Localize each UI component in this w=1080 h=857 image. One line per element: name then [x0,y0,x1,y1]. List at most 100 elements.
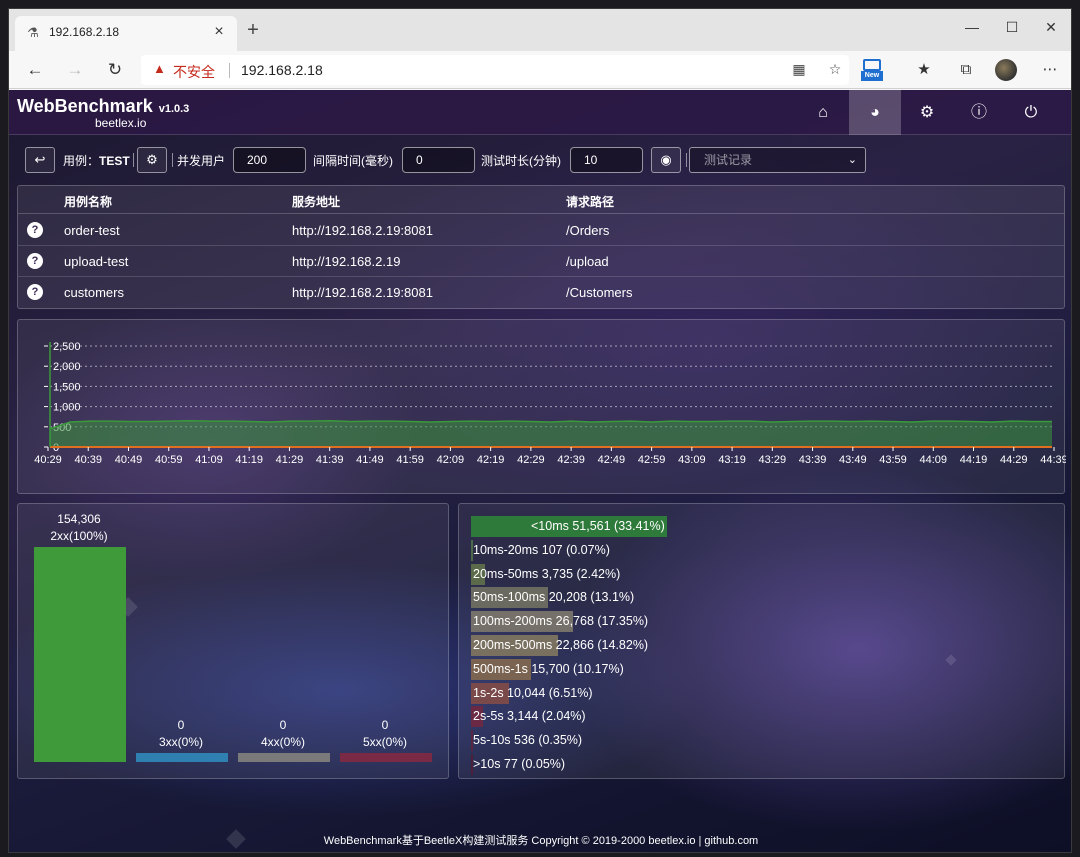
status-count: 0 [381,718,389,732]
tab-title: 192.168.2.18 [49,25,120,39]
favorite-star-icon[interactable]: ☆ [825,61,845,79]
browser-tab[interactable]: ⚗ 192.168.2.18 × [15,16,237,51]
warning-icon: ▲ [153,61,166,76]
app-subtitle: beetlex.io [95,116,147,130]
dashboard-icon[interactable]: ◕ [849,90,901,135]
new-tab-button[interactable]: + [241,19,265,43]
address-toolbar: ← → ↻ ▲ 不安全 192.168.2.18 ▦ ☆ New ★ ⧉ ⋯ [9,51,1071,89]
interval-label: 间隔时间(毫秒) [313,154,393,168]
cases-header: 用例名称 服务地址 请求路径 [18,186,1064,214]
tab-close-icon[interactable]: × [209,22,229,42]
chevron-down-icon: ⌄ [847,154,857,166]
latency-label: 2s-5s 3,144 (2.04%) [473,709,586,724]
col-case-name: 用例名称 [64,195,113,209]
translate-icon[interactable]: ▦ [789,61,809,79]
path-cell: /Customers [566,285,633,300]
url-text[interactable]: 192.168.2.18 [241,62,323,78]
latency-label: 500ms-1s 15,700 (10.17%) [473,661,624,676]
app-viewport: WebBenchmark v1.0.3 beetlex.io ⌂ ◕ ⚙ ⓘ ⏻ … [9,90,1071,852]
question-icon[interactable]: ? [27,253,43,269]
status-count: 0 [177,718,185,732]
x-tick-label: 44:29 [1000,454,1028,466]
duration-label: 测试时长(分钟) [481,154,561,168]
latency-panel: <10ms 51,561 (33.41%) 10ms-20ms 107 (0.07… [458,503,1065,779]
server-cell: http://192.168.2.19 [292,254,401,269]
help-icon[interactable]: ⓘ [953,90,1005,135]
status-code-panel: 154,306 2xx(100%) 0 3xx(0%) 0 4xx(0%) 0 5xx(0%) [17,503,449,779]
more-menu-icon[interactable]: ⋯ [1037,59,1063,83]
address-separator [229,63,230,78]
x-tick-label: 43:59 [879,454,907,466]
record-button[interactable]: ◉ [651,147,681,173]
x-tick-label: 42:19 [477,454,505,466]
collections-icon[interactable]: ⧉ [953,59,979,83]
site-favicon-icon: ⚗ [27,25,39,40]
new-collections-icon[interactable]: New [861,57,883,83]
col-path: 请求路径 [566,195,615,209]
app-brand: WebBenchmark v1.0.3 [17,96,189,117]
gear-icon[interactable]: ⚙ [901,90,953,135]
x-tick-label: 40:59 [155,454,183,466]
x-tick-label: 42:49 [598,454,626,466]
forward-icon[interactable]: → [61,57,89,83]
status-bar-label: 0 4xx(0%) [237,717,329,751]
question-icon[interactable]: ? [27,284,43,300]
concurrent-label: 并发用户 [177,154,226,168]
x-tick-label: 43:49 [839,454,867,466]
cases-table: 用例名称 服务地址 请求路径 ? order-test http://192.1… [17,185,1065,309]
col-server: 服务地址 [292,195,341,209]
x-tick-label: 44:39 [1040,454,1066,466]
x-tick-label: 40:29 [34,454,62,466]
status-bar [238,753,330,762]
toolbar-separator [172,153,173,167]
case-label: 用例：TEST [63,154,130,168]
address-bar[interactable]: ▲ 不安全 192.168.2.18 ▦ ☆ [141,55,849,85]
new-badge-label: New [861,71,883,81]
test-records-select[interactable]: 测试记录 ⌄ [689,147,866,173]
y-tick-label: 2,500 [53,341,81,353]
table-row[interactable]: ? order-test http://192.168.2.19:8081 /O… [18,215,1064,246]
maximize-icon[interactable]: ☐ [989,13,1035,41]
power-icon[interactable]: ⏻ [1005,90,1057,135]
status-bar-label: 154,306 2xx(100%) [33,511,125,545]
table-row[interactable]: ? customers http://192.168.2.19:8081 /Cu… [18,277,1064,308]
latency-label: 10ms-20ms 107 (0.07%) [473,542,610,557]
x-tick-label: 43:19 [718,454,746,466]
home-icon[interactable]: ⌂ [797,90,849,135]
x-tick-label: 41:49 [356,454,384,466]
settings-cogs-button[interactable]: ⚙ [137,147,167,173]
question-icon[interactable]: ? [27,222,43,238]
toolbar-separator [686,153,687,167]
duration-input[interactable]: 10 [570,147,643,173]
latency-label: 5s-10s 536 (0.35%) [473,733,583,748]
latency-label: <10ms 51,561 (33.41%) [531,519,665,533]
security-warning[interactable]: 不安全 [173,62,215,82]
rps-area [50,420,1052,447]
concurrent-input[interactable]: 200 [233,147,306,173]
status-count: 0 [279,718,287,732]
x-tick-label: 42:59 [638,454,666,466]
status-bar [136,753,228,762]
refresh-icon[interactable]: ↻ [101,57,129,83]
status-category: 4xx(0%) [260,735,305,749]
status-count: 154,306 [57,512,101,526]
rps-chart: 05001,0001,5002,0002,50040:2940:3940:494… [34,341,1066,466]
latency-label: 200ms-500ms 22,866 (14.82%) [473,638,649,652]
server-cell: http://192.168.2.19:8081 [292,223,433,238]
interval-input[interactable]: 0 [402,147,475,173]
back-button[interactable]: ↩ [25,147,55,173]
app-name: WebBenchmark [17,96,153,116]
rps-chart-panel: 05001,0001,5002,0002,50040:2940:3940:494… [17,319,1066,494]
status-category: 2xx(100%) [50,529,108,543]
status-bar [34,547,126,762]
browser-window: ⚗ 192.168.2.18 × + — ☐ ✕ ← → ↻ ▲ 不安全 192… [8,8,1072,853]
latency-label: 100ms-200ms 26,768 (17.35%) [473,614,649,629]
y-tick-label: 1,500 [53,381,81,393]
back-icon[interactable]: ← [21,57,49,83]
profile-avatar[interactable] [995,59,1017,81]
close-window-icon[interactable]: ✕ [1033,13,1069,41]
x-tick-label: 42:39 [557,454,585,466]
favorites-list-icon[interactable]: ★ [911,59,937,83]
case-name-cell: upload-test [64,254,129,269]
table-row[interactable]: ? upload-test http://192.168.2.19 /uploa… [18,246,1064,277]
